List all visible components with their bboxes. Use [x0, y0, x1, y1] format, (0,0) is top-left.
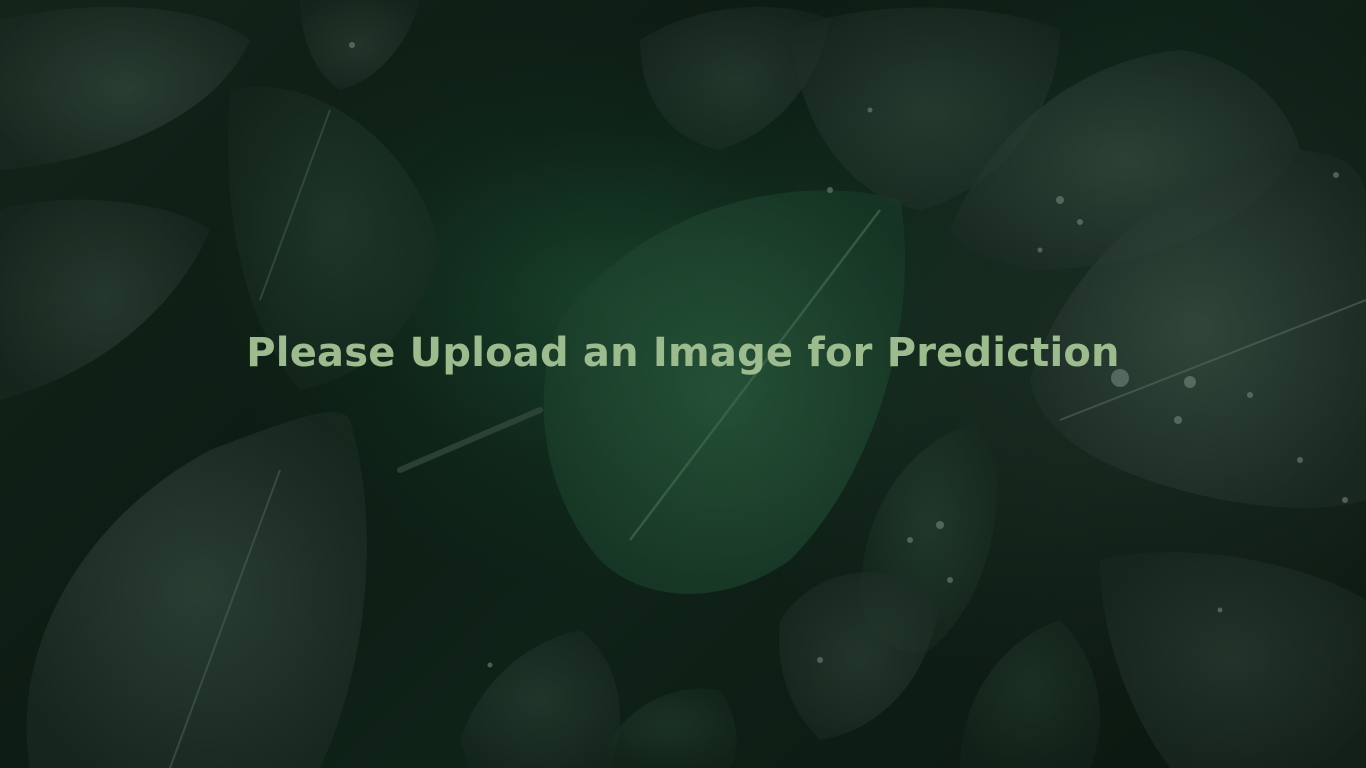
prediction-page: Please Upload an Image for Prediction	[0, 0, 1366, 768]
leaves-background-image	[0, 0, 1366, 768]
upload-prompt-heading: Please Upload an Image for Prediction	[246, 330, 1120, 376]
